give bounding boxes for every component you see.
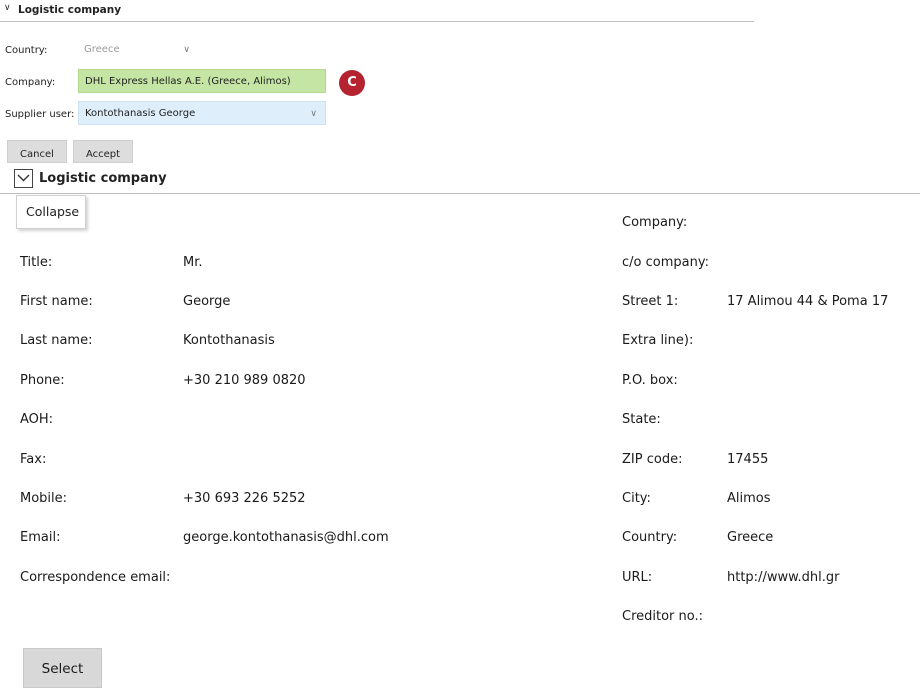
country-info-value: Greece [727, 530, 774, 545]
zip-code-value: 17455 [727, 452, 769, 467]
state-label: State: [622, 412, 661, 427]
supplier-user-value: Kontothanasis George [85, 108, 196, 119]
co-company-label: c/o company: [622, 255, 709, 270]
extra-line-label: Extra line): [622, 333, 694, 348]
street-label: Street 1: [622, 294, 679, 309]
chevron-down-icon: ∨ [4, 3, 11, 13]
supplier-user-select[interactable]: Kontothanasis George ∨ [78, 101, 326, 125]
section-title: Logistic company [39, 171, 167, 186]
top-section-title: Logistic company [18, 4, 122, 16]
title-value: Mr. [183, 255, 203, 270]
mobile-label: Mobile: [20, 491, 68, 506]
correspondence-email-label: Correspondence email: [20, 570, 171, 585]
country-select-value: Greece [84, 44, 120, 55]
po-box-label: P.O. box: [622, 373, 678, 388]
cancel-button[interactable]: Cancel [7, 140, 67, 163]
select-button[interactable]: Select [23, 648, 102, 688]
aoh-label: AOH: [20, 412, 54, 427]
phone-value: +30 210 989 0820 [183, 373, 306, 388]
city-label: City: [622, 491, 651, 506]
title-label: Title: [20, 255, 53, 270]
collapse-toggle-button[interactable] [14, 169, 33, 188]
company-field-value: DHL Express Hellas A.E. (Greece, Alimos) [85, 76, 291, 87]
chevron-down-icon [17, 174, 30, 182]
chevron-down-icon: ∨ [183, 45, 190, 55]
email-value: george.kontothanasis@dhl.com [183, 530, 389, 545]
first-name-label: First name: [20, 294, 93, 309]
country-label: Country: [5, 45, 48, 56]
url-value: http://www.dhl.gr [727, 570, 840, 585]
first-name-value: George [183, 294, 231, 309]
logistic-company-header: Logistic company [0, 168, 920, 194]
country-select[interactable]: Greece ∨ [78, 38, 198, 62]
company-field[interactable]: DHL Express Hellas A.E. (Greece, Alimos) [78, 69, 326, 93]
chevron-down-icon: ∨ [310, 109, 317, 119]
country-info-label: Country: [622, 530, 678, 545]
accept-button[interactable]: Accept [73, 140, 133, 163]
last-name-value: Kontothanasis [183, 333, 275, 348]
url-label: URL: [622, 570, 653, 585]
email-label: Email: [20, 530, 61, 545]
company-name-label: Company: [622, 215, 688, 230]
collapse-tooltip: Collapse [16, 195, 86, 229]
creditor-no-label: Creditor no.: [622, 609, 704, 624]
top-section-header[interactable]: ∨ Logistic company [0, 0, 754, 22]
company-label: Company: [5, 77, 56, 88]
zip-code-label: ZIP code: [622, 452, 683, 467]
company-badge[interactable]: C [339, 70, 365, 96]
phone-label: Phone: [20, 373, 65, 388]
mobile-value: +30 693 226 5252 [183, 491, 306, 506]
street-value: 17 Alimou 44 & Poma 17 [727, 294, 889, 309]
supplier-user-label: Supplier user: [5, 109, 75, 120]
city-value: Alimos [727, 491, 771, 506]
fax-label: Fax: [20, 452, 47, 467]
last-name-label: Last name: [20, 333, 93, 348]
